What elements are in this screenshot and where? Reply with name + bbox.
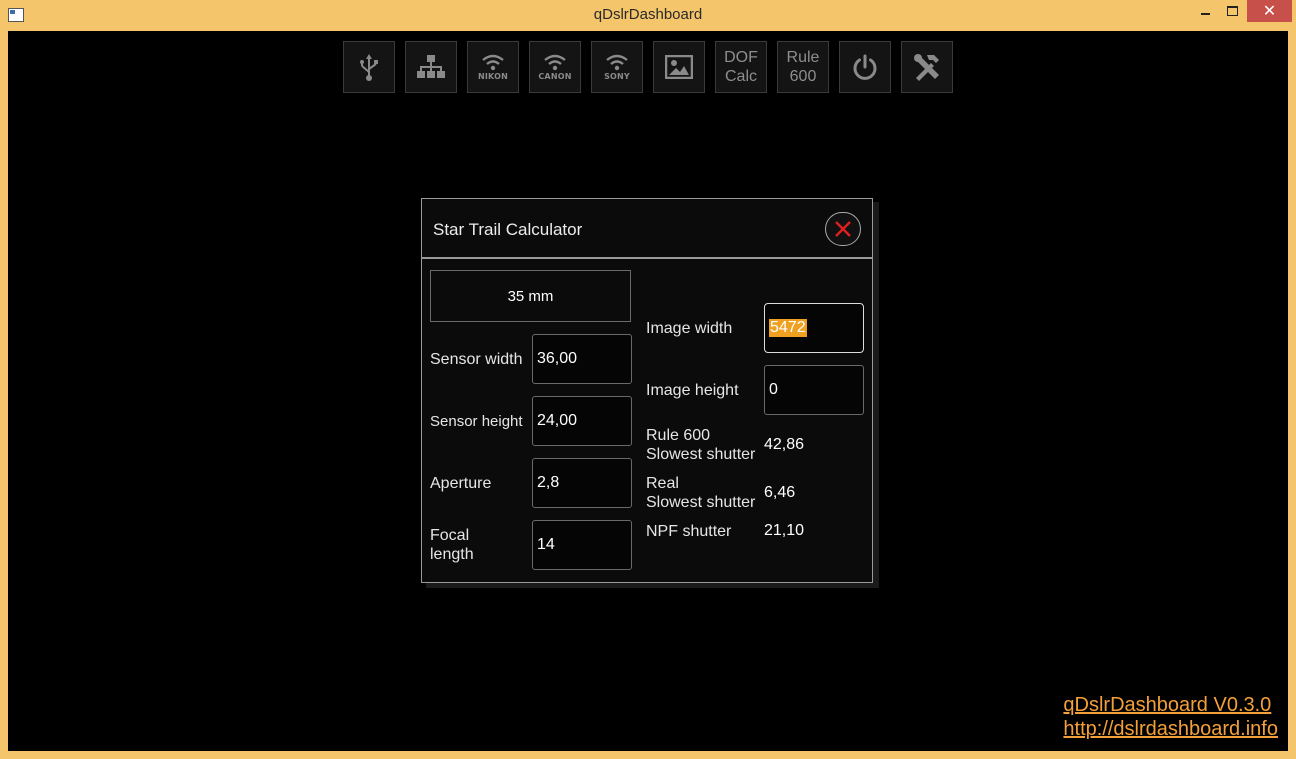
image-width-label: Image width bbox=[646, 320, 733, 337]
usb-button[interactable] bbox=[343, 41, 395, 93]
real-shutter-value: 6,46 bbox=[764, 484, 796, 501]
sensor-width-field[interactable]: 36,00 bbox=[532, 334, 632, 384]
star-trail-dialog: Star Trail Calculator 35 mm Sensor width… bbox=[421, 198, 873, 583]
usb-icon bbox=[360, 54, 378, 81]
npf-shutter-value: 21,10 bbox=[764, 522, 805, 539]
rule600-label-line1: Rule 600 bbox=[646, 427, 711, 444]
sensor-height-label: Sensor height bbox=[430, 413, 523, 430]
real-shutter-label: Real Slowest shutter bbox=[646, 474, 755, 512]
sony-wifi-button[interactable]: SONY bbox=[591, 41, 643, 93]
version-link[interactable]: qDslrDashboard V0.3.0 bbox=[1063, 693, 1278, 717]
settings-button[interactable] bbox=[901, 41, 953, 93]
minimize-icon bbox=[1200, 13, 1210, 15]
dialog-close-button[interactable] bbox=[825, 212, 861, 246]
minimize-button[interactable] bbox=[1192, 0, 1218, 22]
dof-calc-line2: Calc bbox=[724, 68, 757, 85]
dialog-header: Star Trail Calculator bbox=[422, 199, 872, 259]
rule600-label-line2: Slowest shutter bbox=[646, 446, 756, 463]
image-height-field[interactable]: 0 bbox=[764, 365, 864, 415]
wifi-icon bbox=[544, 54, 566, 71]
website-link[interactable]: http://dslrdashboard.info bbox=[1063, 717, 1278, 741]
image-icon bbox=[665, 55, 693, 79]
power-icon bbox=[853, 54, 877, 80]
window-close-button[interactable]: ✕ bbox=[1247, 0, 1292, 22]
window-title: qDslrDashboard bbox=[593, 6, 703, 23]
sensor-height-field[interactable]: 24,00 bbox=[532, 396, 632, 446]
window-titlebar: qDslrDashboard ✕ bbox=[0, 0, 1296, 31]
tools-icon bbox=[914, 54, 939, 81]
rule-600-button[interactable]: Rule 600 bbox=[777, 41, 829, 93]
sensor-width-label: Sensor width bbox=[430, 351, 523, 368]
nikon-label: NIKON bbox=[477, 72, 508, 81]
rule600-label: Rule 600 Slowest shutter bbox=[646, 426, 755, 464]
rule600-value: 42,86 bbox=[764, 436, 805, 453]
network-button[interactable] bbox=[405, 41, 457, 93]
focal-length-label-line1: Focal bbox=[430, 527, 470, 544]
wifi-icon bbox=[482, 54, 504, 71]
image-viewer-button[interactable] bbox=[653, 41, 705, 93]
real-shutter-label-line1: Real bbox=[646, 475, 679, 492]
canon-label: CANON bbox=[538, 72, 572, 81]
maximize-icon bbox=[1226, 6, 1238, 16]
image-width-field[interactable]: 5472 bbox=[764, 303, 864, 353]
wifi-icon bbox=[606, 54, 628, 71]
focal-length-label: Focal length bbox=[430, 526, 474, 564]
aperture-field[interactable]: 2,8 bbox=[532, 458, 632, 508]
network-icon bbox=[417, 55, 445, 78]
sony-label: SONY bbox=[604, 72, 630, 81]
image-width-value: 5472 bbox=[769, 319, 807, 337]
dof-calc-label: DOF Calc bbox=[724, 48, 758, 86]
lens-preset-button[interactable]: 35 mm bbox=[430, 270, 631, 322]
canon-wifi-button[interactable]: CANON bbox=[529, 41, 581, 93]
nikon-wifi-button[interactable]: NIKON bbox=[467, 41, 519, 93]
maximize-button[interactable] bbox=[1219, 0, 1245, 22]
app-client-area: NIKON CANON SONY DOF Calc Rule 600 Star … bbox=[8, 31, 1288, 751]
close-icon: ✕ bbox=[1262, 3, 1277, 20]
power-button[interactable] bbox=[839, 41, 891, 93]
focal-length-field[interactable]: 14 bbox=[532, 520, 632, 570]
footer: qDslrDashboard V0.3.0 http://dslrdashboa… bbox=[1063, 693, 1278, 741]
close-icon bbox=[835, 221, 851, 237]
image-height-label: Image height bbox=[646, 382, 739, 399]
rule-600-line2: 600 bbox=[789, 68, 817, 85]
npf-shutter-label: NPF shutter bbox=[646, 523, 732, 540]
focal-length-label-line2: length bbox=[430, 546, 474, 563]
dialog-title: Star Trail Calculator bbox=[433, 220, 583, 239]
dof-calc-button[interactable]: DOF Calc bbox=[715, 41, 767, 93]
aperture-label: Aperture bbox=[430, 475, 492, 492]
rule-600-label: Rule 600 bbox=[787, 48, 820, 86]
rule-600-line1: Rule bbox=[786, 49, 820, 66]
dof-calc-line1: DOF bbox=[724, 49, 758, 66]
real-shutter-label-line2: Slowest shutter bbox=[646, 494, 756, 511]
